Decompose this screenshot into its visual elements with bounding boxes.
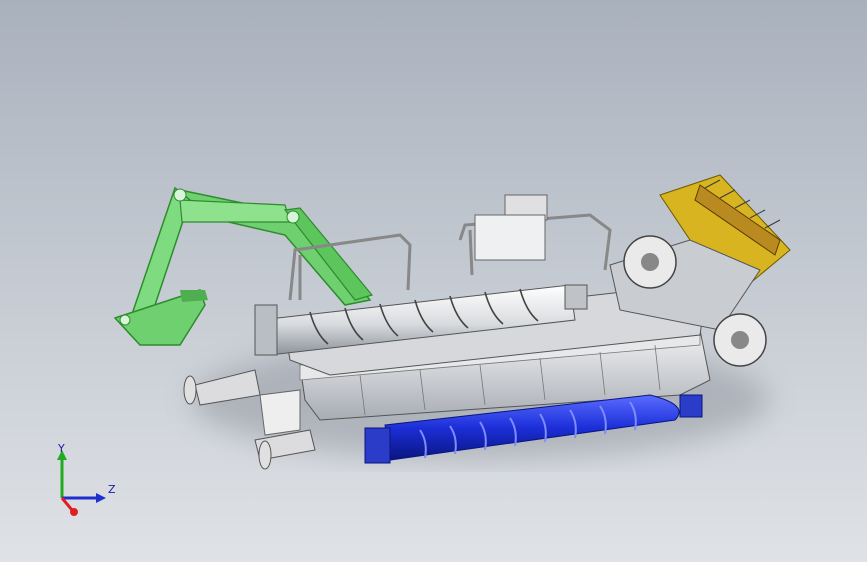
orientation-triad: Y Z: [57, 442, 116, 516]
cab: [474, 194, 548, 261]
z-axis-label: Z: [108, 483, 116, 496]
x-axis: [60, 497, 74, 511]
dredger-model[interactable]: [0, 0, 867, 562]
z-arrow-icon: [96, 493, 106, 503]
3d-viewport[interactable]: Y Z: [0, 0, 867, 562]
x-arrow-icon: [70, 508, 78, 516]
y-axis-label: Y: [57, 442, 65, 455]
